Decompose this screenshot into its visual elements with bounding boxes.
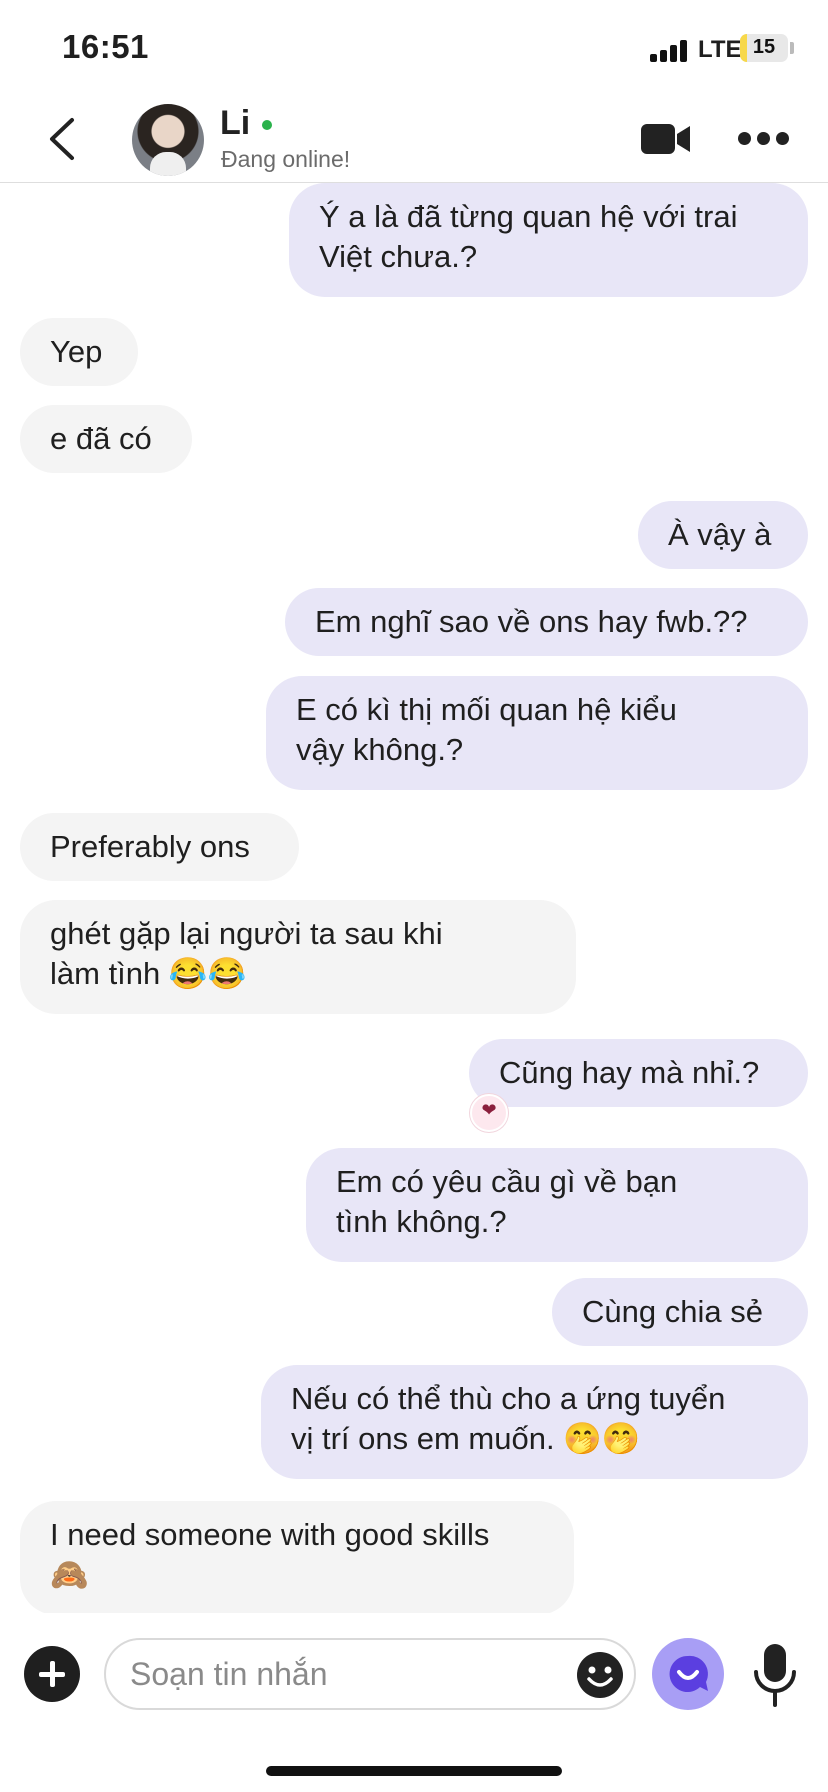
microphone-button[interactable] [752,1642,798,1708]
message-bubble[interactable]: Yep [20,318,138,386]
message-bubble[interactable]: Cũng hay mà nhỉ.? [469,1039,808,1107]
battery-tip [790,42,794,54]
signal-icon [650,38,694,62]
message-composer [0,1620,828,1730]
online-indicator [262,120,272,130]
video-call-button[interactable] [640,122,692,156]
message-bubble[interactable]: E có kì thị mối quan hệ kiểu vậy không.? [266,676,808,790]
message-bubble[interactable]: e đã có [20,405,192,473]
video-camera-icon [641,124,690,154]
status-bar: 16:51 LTE 15 [0,0,828,96]
contact-status: Đang online! [221,146,351,172]
message-bubble[interactable]: Preferably ons [20,813,299,881]
emoji-icon [577,1652,623,1698]
battery-icon: 15 [740,34,788,62]
message-bubble[interactable]: Nếu có thể thù cho a ứng tuyển vị trí on… [261,1365,808,1479]
message-bubble[interactable]: Cùng chia sẻ [552,1278,808,1346]
message-bubble[interactable]: Ý a là đã từng quan hệ với trai Việt chư… [289,183,808,297]
ai-chat-button[interactable] [652,1638,724,1710]
message-input[interactable] [104,1638,636,1710]
avatar[interactable] [132,104,204,176]
heart-reaction-icon[interactable] [470,1094,508,1132]
more-options-button[interactable] [738,132,790,146]
network-label: LTE [698,36,742,63]
plus-button[interactable] [24,1646,80,1702]
microphone-icon [754,1644,796,1707]
message-bubble[interactable]: À vậy à [638,501,808,569]
ai-chat-icon [669,1655,708,1692]
chat-header: Li Đang online! [0,96,828,183]
status-time: 16:51 [62,28,149,65]
emoji-button[interactable] [576,1651,624,1699]
message-bubble[interactable]: Em có yêu cầu gì về bạn tình không.? [306,1148,808,1262]
chevron-left-icon [50,118,74,160]
contact-name[interactable]: Li [220,104,250,143]
battery-level: 15 [752,36,776,58]
message-bubble[interactable]: I need someone with good skills 🙈 [20,1501,574,1613]
home-indicator[interactable] [266,1766,562,1776]
message-bubble[interactable]: Em nghĩ sao về ons hay fwb.?? [285,588,808,656]
back-button[interactable] [40,114,90,164]
message-bubble[interactable]: ghét gặp lại người ta sau khi làm tình 😂… [20,900,576,1014]
more-horizontal-icon [738,132,751,145]
message-list[interactable]: Ý a là đã từng quan hệ với trai Việt chư… [0,183,828,1613]
